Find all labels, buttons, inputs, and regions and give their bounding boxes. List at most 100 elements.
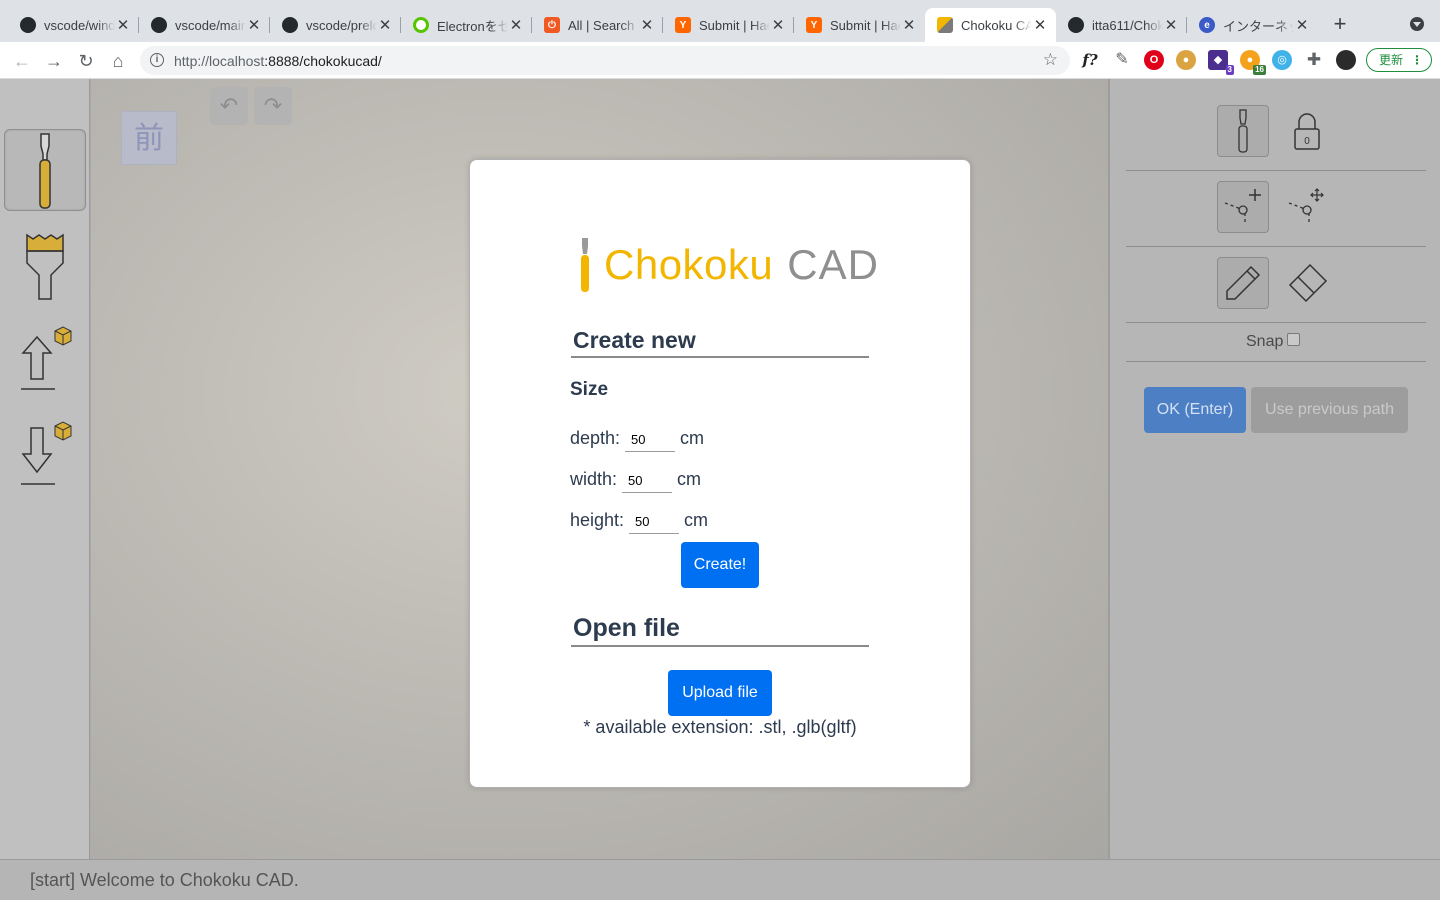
close-icon[interactable]: ✕ (246, 16, 262, 34)
height-input[interactable] (629, 504, 680, 534)
export-tool[interactable] (4, 414, 86, 496)
browser-tab[interactable]: Electronをセ ✕ (401, 8, 532, 42)
tab-title: vscode/windows (44, 17, 115, 33)
new-tab-icon[interactable]: + (1328, 12, 1352, 36)
lock-button[interactable]: 0 (1281, 105, 1333, 157)
forward-icon[interactable]: → (42, 49, 66, 73)
hackernews-icon: Y (806, 17, 822, 33)
close-icon[interactable]: ✕ (508, 16, 524, 34)
close-icon[interactable]: ✕ (1294, 16, 1310, 34)
depth-input[interactable] (625, 422, 676, 452)
tab-title: itta611/Chokoku (1092, 17, 1163, 33)
brush-tool[interactable] (4, 224, 86, 306)
tab-search-icon[interactable] (1410, 17, 1424, 31)
url-text: http://localhost:8888/chokokucad/ (174, 53, 382, 69)
browser-tab[interactable]: ⏻ All | Search ✕ (532, 8, 663, 42)
menu-dots-icon: ⋮ (1411, 53, 1423, 67)
ok-button[interactable]: OK (Enter) (1144, 387, 1246, 433)
close-icon[interactable]: ✕ (1163, 16, 1179, 34)
view-cube[interactable]: 前 (121, 111, 177, 165)
chokoku-app: 前 ↶ ↷ 0 Snap OK (Enter) Use previous pat… (0, 79, 1440, 900)
app-logo: Chokoku CAD (578, 236, 879, 294)
use-previous-path-button[interactable]: Use previous path (1251, 387, 1408, 433)
ext-badge: 3 (1225, 65, 1234, 75)
font-ext-icon[interactable]: f? (1080, 50, 1100, 70)
extension-note: * available extension: .stl, .glb(gltf) (583, 717, 857, 737)
chisel-outline-icon (1238, 109, 1248, 153)
orange-ext-icon[interactable]: ● 16 (1240, 50, 1266, 75)
close-icon[interactable]: ✕ (901, 16, 917, 34)
close-icon[interactable]: ✕ (1032, 16, 1048, 34)
move-point-button[interactable] (1281, 181, 1333, 233)
divider (1126, 322, 1426, 323)
search-icon: ⏻ (544, 17, 560, 33)
browser-tab[interactable]: e インターネット ✕ (1187, 8, 1318, 42)
cube-ext-icon[interactable]: ◆ 3 (1208, 50, 1234, 75)
close-icon[interactable]: ✕ (639, 16, 655, 34)
import-tool[interactable] (4, 319, 86, 401)
browser-tab[interactable]: vscode/windows ✕ (8, 8, 139, 42)
status-message: [start] Welcome to Chokoku CAD. (30, 870, 299, 890)
width-row: width: cm (570, 463, 701, 493)
height-row: height: cm (570, 504, 708, 534)
start-dialog: Chokoku CAD Create new Size depth: cm wi… (469, 159, 971, 788)
tab-title: Chokoku CAD (961, 17, 1032, 33)
tab-title: vscode/preload (306, 17, 377, 33)
qiita-icon (413, 17, 429, 33)
browser-tab[interactable]: vscode/preload ✕ (270, 8, 401, 42)
url-path: :8888/chokokucad/ (264, 53, 382, 69)
lock-count: 0 (1304, 136, 1310, 147)
extensions-icon[interactable]: ✚ (1304, 50, 1324, 70)
browser-tab[interactable]: Y Submit | Hacker News ✕ (663, 8, 794, 42)
tab-title: Submit | Hacker News (830, 17, 901, 33)
address-bar[interactable]: i http://localhost:8888/chokokucad/ ☆ (140, 46, 1070, 75)
home-icon[interactable]: ⌂ (106, 49, 130, 73)
browser-tab-active[interactable]: Chokoku CAD ✕ (925, 8, 1056, 42)
upload-file-button[interactable]: Upload file (668, 670, 772, 716)
eyedropper-ext-icon[interactable]: ✎ (1112, 50, 1132, 70)
unit-label: cm (680, 428, 705, 448)
reload-icon[interactable]: ↻ (74, 49, 98, 73)
add-point-button[interactable] (1217, 181, 1269, 233)
browser-tab[interactable]: Y Submit | Hacker News ✕ (794, 8, 925, 42)
redo-icon: ↷ (263, 93, 283, 118)
create-new-heading: Create new (571, 327, 869, 358)
blue-ext-icon[interactable]: ◎ (1272, 50, 1292, 70)
tab-title: vscode/main (175, 17, 246, 33)
tab-title: Electronをセ (437, 18, 508, 34)
redo-button[interactable]: ↷ (254, 87, 292, 125)
cookie-ext-icon[interactable]: ● (1176, 50, 1196, 70)
eraser-button[interactable] (1281, 257, 1333, 309)
chisel-tool[interactable] (4, 129, 86, 211)
hackernews-icon: Y (675, 17, 691, 33)
site-info-icon[interactable]: i (150, 53, 164, 67)
ext-badge: 16 (1253, 65, 1266, 75)
close-icon[interactable]: ✕ (115, 16, 131, 34)
move-point-icon (1288, 188, 1324, 225)
bookmark-star-icon[interactable]: ☆ (1043, 50, 1058, 70)
browser-tab[interactable]: itta611/Chokoku ✕ (1056, 8, 1187, 42)
create-button[interactable]: Create! (681, 542, 759, 588)
close-icon[interactable]: ✕ (770, 16, 786, 34)
unit-label: cm (684, 510, 709, 530)
update-button[interactable]: 更新 ⋮ (1366, 48, 1432, 72)
profile-avatar[interactable] (1336, 50, 1356, 70)
width-input[interactable] (622, 463, 673, 493)
right-panel: 0 Snap OK (Enter) Use previous path (1108, 79, 1440, 859)
chisel-mode-button[interactable] (1217, 105, 1269, 157)
opera-ext-icon[interactable]: O (1144, 50, 1164, 70)
pencil-button[interactable] (1217, 257, 1269, 309)
open-file-heading: Open file (571, 614, 869, 647)
status-bar: [start] Welcome to Chokoku CAD. (0, 859, 1440, 900)
chisel-icon (39, 133, 51, 209)
back-icon[interactable]: ← (10, 49, 34, 73)
browser-tab[interactable]: vscode/main ✕ (139, 8, 270, 42)
chisel-logo-icon (581, 238, 589, 292)
undo-button[interactable]: ↶ (210, 87, 248, 125)
close-icon[interactable]: ✕ (377, 16, 393, 34)
github-icon (282, 17, 298, 33)
snap-checkbox[interactable] (1287, 332, 1301, 346)
snap-toggle[interactable]: Snap (1246, 332, 1301, 351)
add-point-icon (1224, 189, 1261, 225)
depth-label: depth: (570, 428, 621, 448)
